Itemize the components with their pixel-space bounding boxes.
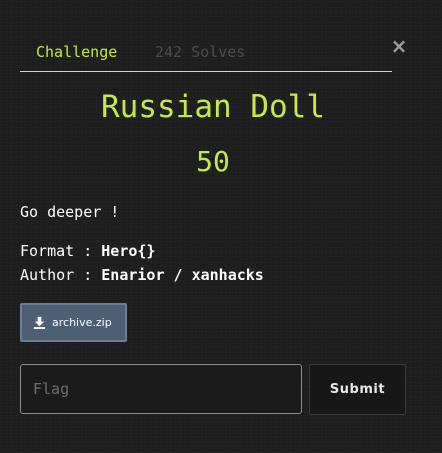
challenge-modal: Challenge 242 Solves × Russian Doll 50 G… [0,0,442,453]
author-value: Enarior / xanhacks [101,266,264,284]
challenge-title: Russian Doll [101,89,325,125]
submit-button[interactable]: Submit [309,364,406,415]
author-label: Author : [20,266,102,284]
tab-solves[interactable]: 242 Solves [155,42,245,70]
format-line: Format : Hero{} [20,240,155,262]
challenge-value: 50 [196,145,230,178]
format-value: Hero{} [101,242,156,260]
flag-input[interactable] [20,364,302,414]
close-icon[interactable]: × [390,35,408,57]
file-name: archive.zip [52,316,112,329]
tab-challenge[interactable]: Challenge [36,42,117,70]
modal-tabs: Challenge 242 Solves [20,42,392,72]
download-file-button[interactable]: archive.zip [20,303,127,342]
format-label: Format : [20,242,102,260]
challenge-description: Go deeper ! [20,203,120,221]
author-line: Author : Enarior / xanhacks [20,264,264,286]
download-icon [33,316,46,329]
